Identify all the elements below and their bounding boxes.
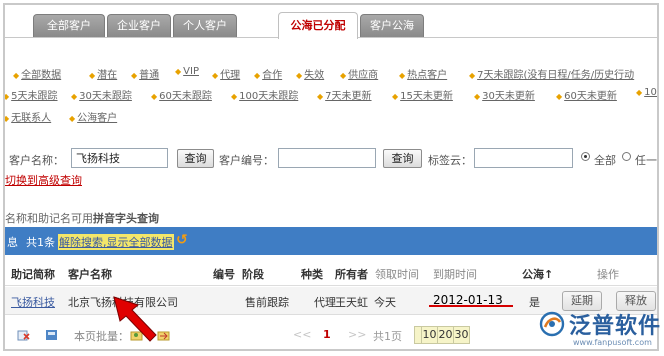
filter-hot-customers[interactable]: 热点客户: [399, 66, 447, 81]
tab-all-customers[interactable]: 全部客户: [33, 14, 105, 37]
cell-owner: 王天虹: [335, 296, 368, 309]
filter-60days-untracked[interactable]: 60天未跟踪: [151, 87, 212, 102]
filter-public-customers[interactable]: 公海客户: [69, 109, 117, 124]
expire-underline: [429, 305, 513, 307]
radio-all-label: 全部: [594, 154, 616, 167]
page-size-10[interactable]: 10: [421, 326, 438, 344]
col-type[interactable]: 种类: [301, 266, 323, 282]
annotation-arrow: [113, 296, 157, 342]
col-claim-time[interactable]: 领取时间: [375, 266, 419, 282]
cell-type: 代理: [314, 296, 336, 309]
filter-7days-untracked[interactable]: 7天未跟踪(没有日程/任务/历史行动: [469, 66, 634, 81]
fanpu-logo-icon: [539, 311, 565, 337]
filter-cooperation[interactable]: 合作: [254, 66, 282, 81]
filter-30days-unupdated[interactable]: 30天未更新: [474, 87, 535, 102]
col-code[interactable]: 编号: [213, 266, 235, 282]
fanpu-logo-text: 泛普软件: [569, 314, 662, 339]
page-size-20[interactable]: 20: [437, 326, 454, 344]
query-button-2[interactable]: 查询: [383, 149, 422, 168]
col-operations: 操作: [597, 268, 619, 281]
radio-any[interactable]: [622, 152, 631, 161]
customer-name-label: 客户名称：: [9, 154, 64, 167]
filter-supplier[interactable]: 供应商: [340, 66, 378, 81]
result-count: 共1条: [26, 236, 55, 249]
col-owner[interactable]: 所有者: [335, 266, 368, 282]
filter-invalid[interactable]: 失效: [296, 66, 324, 81]
tab-public-sea[interactable]: 客户公海: [360, 14, 424, 37]
tag-cloud-input[interactable]: [474, 148, 573, 168]
radio-any-label: 任一: [635, 154, 657, 167]
tag-cloud-label: 标签云：: [428, 154, 472, 167]
prev-page[interactable]: <<: [293, 328, 311, 341]
col-stage[interactable]: 阶段: [242, 266, 264, 282]
result-info-bar: 息 共1条 解除搜索,显示全部数据 ↺: [5, 227, 657, 255]
customer-name-input[interactable]: [71, 148, 168, 168]
table-header: 助记简称 客户名称 编号 阶段 种类 所有者 领取时间 到期时间 公海↑ 操作: [5, 260, 657, 286]
cell-mnemonic[interactable]: 飞扬科技: [11, 294, 55, 310]
fanpu-logo-url: www.fanpusoft.com: [573, 338, 652, 347]
customer-no-label: 客户编号：: [219, 154, 274, 167]
customer-no-input[interactable]: [278, 148, 376, 168]
total-pages: 共1页: [373, 330, 402, 343]
filter-normal[interactable]: 普通: [131, 66, 159, 81]
filter-all-data[interactable]: 全部数据: [13, 66, 61, 81]
filter-no-contact[interactable]: 无联系人: [5, 109, 51, 124]
delete-icon[interactable]: [17, 329, 30, 341]
clear-search-link[interactable]: 解除搜索,显示全部数据: [58, 234, 174, 250]
cell-claim-time: 今天: [374, 296, 396, 309]
tab-enterprise-customers[interactable]: 企业客户: [107, 14, 171, 37]
info-prefix: 息: [7, 236, 18, 249]
undo-icon[interactable]: ↺: [176, 232, 188, 248]
current-page[interactable]: 1: [323, 328, 331, 341]
tab-personal-customers[interactable]: 个人客户: [173, 14, 237, 37]
advanced-search-link[interactable]: 切换到高级查询: [5, 172, 82, 188]
filter-100days-untracked[interactable]: 100天未跟踪: [231, 87, 298, 102]
query-button[interactable]: 查询: [177, 149, 214, 168]
filter-potential[interactable]: 潜在: [89, 66, 117, 81]
page-size-30[interactable]: 30: [453, 326, 470, 344]
search-bar: 客户名称： 查询 客户编号： 查询 标签云： 全部 任一: [5, 148, 657, 172]
app-window: 全部客户 企业客户 个人客户 公海已分配 客户公海 全部数据 潜在 普通 VIP…: [3, 3, 659, 351]
col-expire-time[interactable]: 到期时间: [433, 266, 477, 282]
col-mnemonic[interactable]: 助记简称: [11, 266, 55, 282]
next-page[interactable]: >>: [348, 328, 366, 341]
radio-all[interactable]: [581, 152, 590, 161]
pinyin-hint-prefix: 名称和助记名可用: [5, 212, 93, 225]
filter-15days-unupdated[interactable]: 15天未更新: [392, 87, 453, 102]
filter-vip[interactable]: VIP: [175, 66, 199, 77]
fanpu-logo: 泛普软件 www.fanpusoft.com: [535, 303, 663, 353]
export-icon[interactable]: [45, 329, 58, 341]
filter-30days-untracked[interactable]: 30天未跟踪: [71, 87, 132, 102]
filter-5days-untracked[interactable]: 5天未跟踪: [5, 87, 57, 102]
filter-7days-unupdated[interactable]: 7天未更新: [317, 87, 371, 102]
col-name[interactable]: 客户名称: [68, 266, 112, 282]
tab-bar: 全部客户 企业客户 个人客户 公海已分配 客户公海: [5, 5, 657, 39]
filter-agent[interactable]: 代理: [212, 66, 240, 81]
pinyin-hint-bold: 拼音字头查询: [93, 212, 159, 225]
col-public-sea[interactable]: 公海↑: [522, 266, 553, 282]
filter-100-cut[interactable]: 100: [636, 87, 657, 98]
filter-60days-unupdated[interactable]: 60天未更新: [556, 87, 617, 102]
tab-public-assigned[interactable]: 公海已分配: [278, 12, 358, 39]
cell-stage: 售前跟踪: [245, 296, 289, 309]
pinyin-hint: 名称和助记名可用拼音字头查询: [5, 210, 159, 226]
